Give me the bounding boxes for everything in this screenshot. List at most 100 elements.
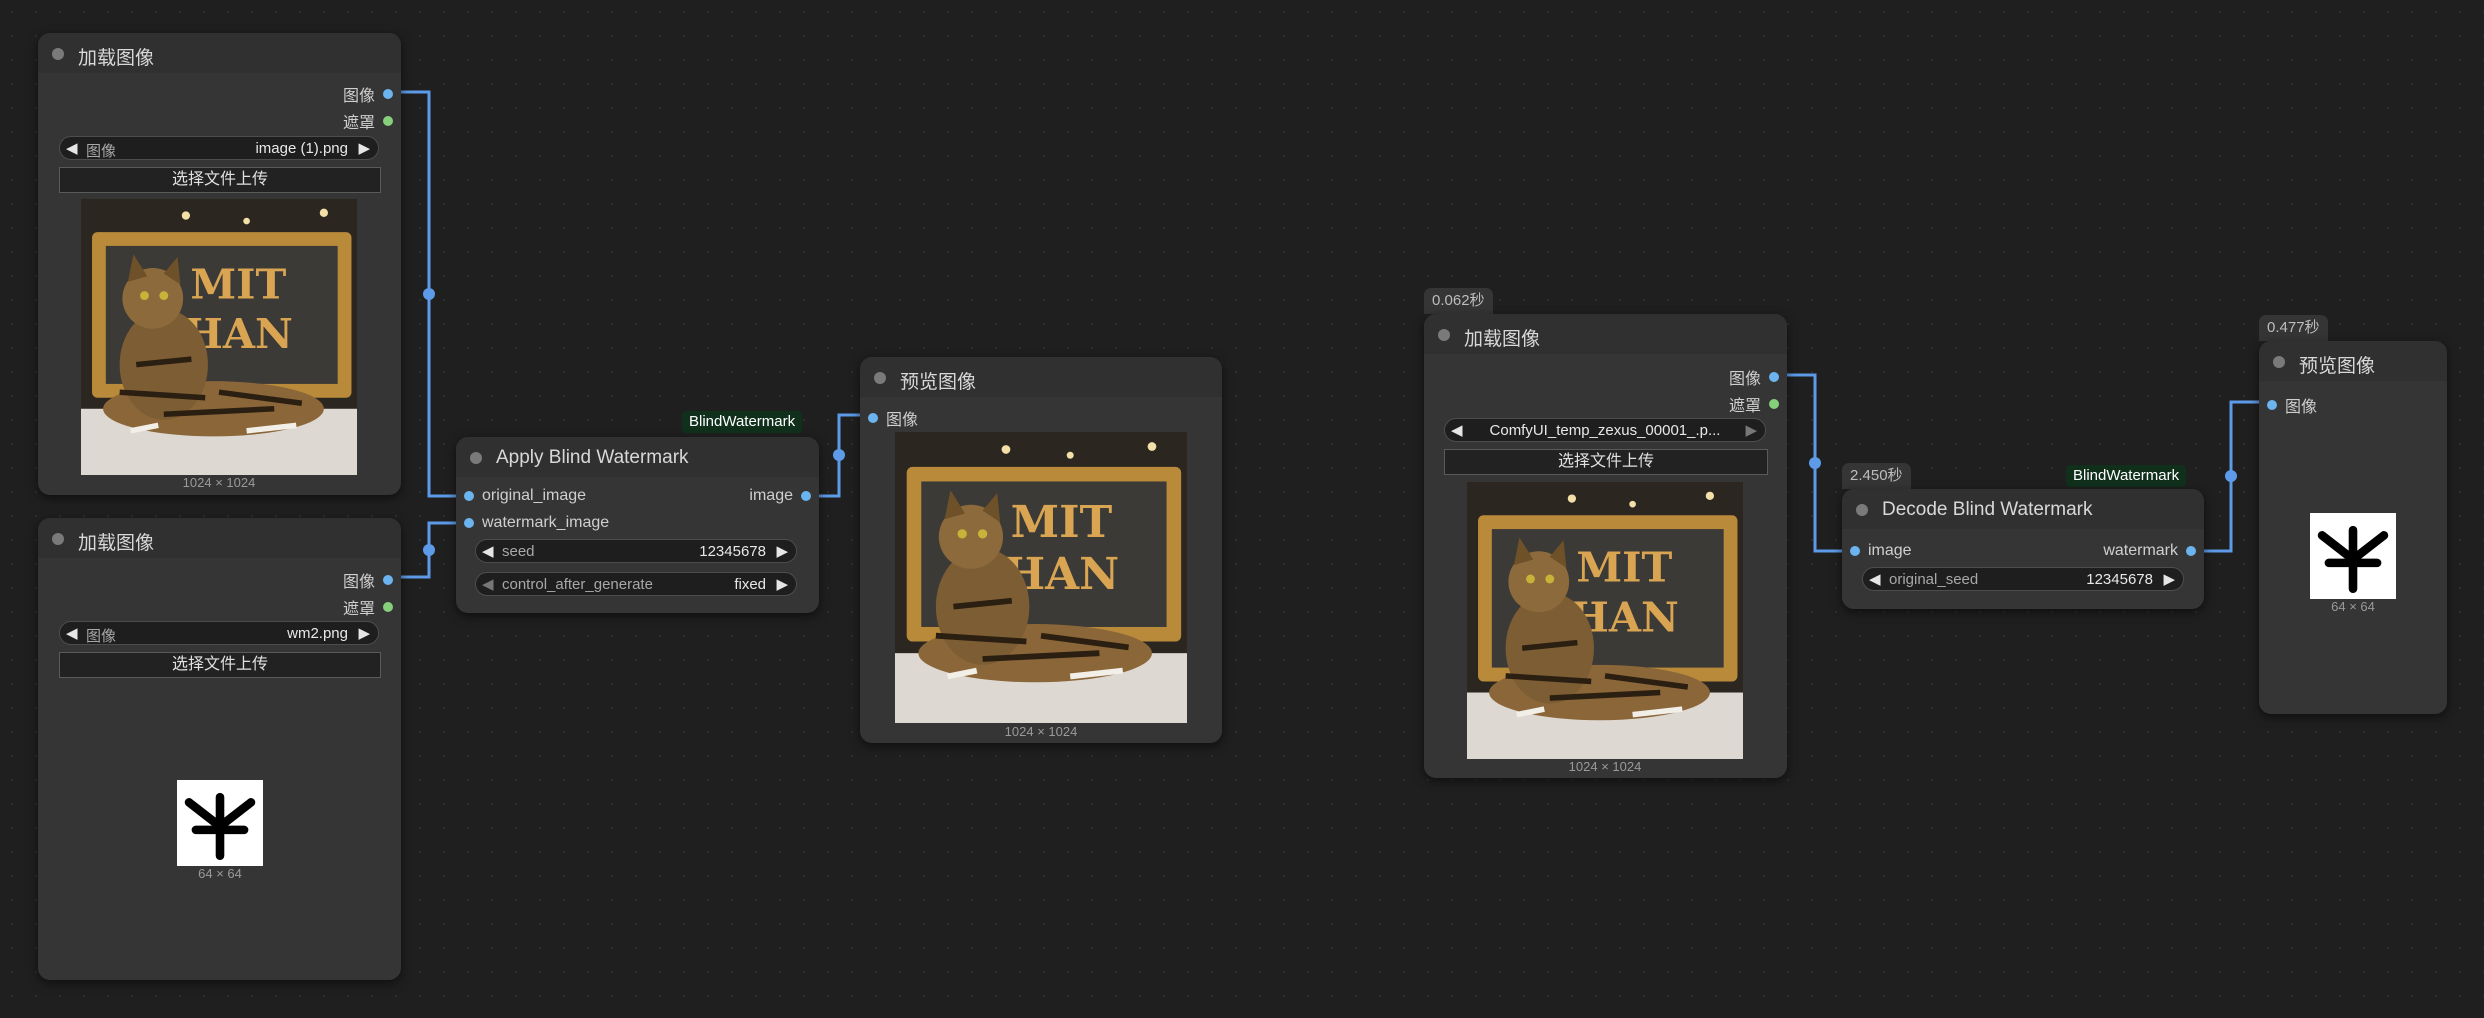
slot-label: 图像 [2285, 399, 2318, 416]
load-image-node-3[interactable]: 加载图像 图像 遮罩 ◀ ComfyUI_temp_zexus_00001_.p… [1424, 314, 1787, 778]
node-title: 加载图像 [1464, 329, 1541, 350]
input-watermark-image-slot[interactable]: watermark_image [464, 514, 609, 532]
node-title-bar[interactable]: 预览图像 [2259, 341, 2447, 381]
slot-label: 遮罩 [342, 115, 375, 132]
output-mask-slot[interactable]: 遮罩 [343, 109, 393, 133]
svg-text:MIT: MIT [1011, 497, 1113, 548]
arrow-left-icon[interactable]: ◀ [66, 139, 78, 157]
output-dot-icon[interactable] [383, 602, 393, 612]
arrow-right-icon[interactable]: ▶ [358, 624, 370, 642]
wire-reroute-dot [1809, 457, 1821, 469]
arrow-right-icon[interactable]: ▶ [358, 139, 370, 157]
node-title-bar[interactable]: 加载图像 [38, 33, 401, 73]
wire-reroute-dot [423, 544, 435, 556]
arrow-right-icon[interactable]: ▶ [776, 575, 788, 593]
image-dimensions: 1024 × 1024 [182, 475, 256, 490]
image-combo-widget[interactable]: ◀ 图像 image (1).png ▶ [59, 136, 379, 160]
output-dot-icon[interactable] [383, 116, 393, 126]
input-image-slot[interactable]: 图像 [868, 406, 918, 430]
wire-load1-to-apply [389, 90, 469, 498]
upload-button[interactable]: 选择文件上传 [59, 652, 381, 678]
node-title-bar[interactable]: Decode Blind Watermark [1842, 489, 2204, 529]
execution-time-badge: 2.450秒 [1842, 463, 1911, 489]
preview-image-node-1[interactable]: 预览图像 图像 MIT HAN 1024 × 1024 [860, 357, 1222, 743]
input-dot-icon[interactable] [464, 491, 474, 501]
preview-image-node-2[interactable]: 预览图像 图像 64 × 64 [2259, 341, 2447, 714]
output-dot-icon[interactable] [1769, 372, 1779, 382]
apply-blind-watermark-node[interactable]: Apply Blind Watermark original_image wat… [456, 437, 819, 613]
watermark-preview [177, 780, 263, 866]
node-title: 预览图像 [2299, 356, 2376, 377]
upload-button[interactable]: 选择文件上传 [1444, 449, 1768, 475]
collapse-dot-icon[interactable] [52, 48, 64, 60]
node-group-tag: BlindWatermark [2066, 465, 2187, 487]
input-dot-icon[interactable] [868, 413, 878, 423]
slot-label: 图像 [1728, 371, 1761, 388]
original-seed-widget[interactable]: ◀ original_seed 12345678 ▶ [1862, 567, 2184, 591]
output-image-slot[interactable]: 图像 [1729, 365, 1779, 389]
svg-text:MIT: MIT [1576, 543, 1672, 592]
collapse-dot-icon[interactable] [52, 533, 64, 545]
node-title-bar[interactable]: Apply Blind Watermark [456, 437, 819, 477]
upload-button[interactable]: 选择文件上传 [59, 167, 381, 193]
slot-label: 图像 [342, 574, 375, 591]
image-combo-widget[interactable]: ◀ ComfyUI_temp_zexus_00001_.p... ▶ [1444, 418, 1766, 442]
widget-label: 图像 [86, 628, 117, 645]
image-dimensions: 1024 × 1024 [1004, 724, 1078, 739]
collapse-dot-icon[interactable] [1856, 504, 1868, 516]
arrow-left-icon[interactable]: ◀ [66, 624, 78, 642]
arrow-left-icon[interactable]: ◀ [482, 542, 494, 560]
wire-reroute-dot [833, 449, 845, 461]
slot-label: 图像 [886, 412, 919, 429]
arrow-right-icon[interactable]: ▶ [776, 542, 788, 560]
output-dot-icon[interactable] [801, 491, 811, 501]
node-title-bar[interactable]: 预览图像 [860, 357, 1222, 397]
node-title: Apply Blind Watermark [496, 447, 689, 468]
control-after-generate-widget[interactable]: ◀ control_after_generate fixed ▶ [475, 572, 797, 596]
output-image-slot[interactable]: 图像 [343, 568, 393, 592]
widget-value: ComfyUI_temp_zexus_00001_.p... [1489, 422, 1721, 439]
output-dot-icon[interactable] [383, 575, 393, 585]
load-image-node-1[interactable]: 加载图像 图像 遮罩 ◀ 图像 image (1).png ▶ 选择文件上传 M… [38, 33, 401, 495]
slot-label: 遮罩 [1728, 398, 1761, 415]
input-dot-icon[interactable] [1850, 546, 1860, 556]
image-combo-widget[interactable]: ◀ 图像 wm2.png ▶ [59, 621, 379, 645]
widget-value: 12345678 [699, 543, 766, 560]
node-title-bar[interactable]: 加载图像 [1424, 314, 1787, 354]
slot-label: image [749, 487, 793, 504]
output-image-slot[interactable]: 图像 [343, 82, 393, 106]
node-title: 预览图像 [900, 372, 977, 393]
input-dot-icon[interactable] [2267, 400, 2277, 410]
arrow-right-icon[interactable]: ▶ [2163, 570, 2175, 588]
output-dot-icon[interactable] [2186, 546, 2196, 556]
arrow-left-icon[interactable]: ◀ [482, 575, 494, 593]
arrow-left-icon[interactable]: ◀ [1869, 570, 1881, 588]
image-preview: MIT HAN [1467, 482, 1743, 759]
node-title-bar[interactable]: 加载图像 [38, 518, 401, 558]
collapse-dot-icon[interactable] [874, 372, 886, 384]
node-title: Decode Blind Watermark [1882, 499, 2093, 520]
widget-value: fixed [734, 576, 766, 593]
output-mask-slot[interactable]: 遮罩 [343, 595, 393, 619]
wire-reroute-dot [2225, 470, 2237, 482]
input-dot-icon[interactable] [464, 518, 474, 528]
collapse-dot-icon[interactable] [470, 452, 482, 464]
decode-blind-watermark-node[interactable]: Decode Blind Watermark image watermark ◀… [1842, 489, 2204, 609]
output-dot-icon[interactable] [1769, 399, 1779, 409]
collapse-dot-icon[interactable] [2273, 356, 2285, 368]
input-image-slot[interactable]: 图像 [2267, 393, 2317, 417]
collapse-dot-icon[interactable] [1438, 329, 1450, 341]
output-image-slot[interactable]: image [749, 487, 811, 505]
input-original-image-slot[interactable]: original_image [464, 487, 586, 505]
load-image-node-2[interactable]: 加载图像 图像 遮罩 ◀ 图像 wm2.png ▶ 选择文件上传 64 × 64 [38, 518, 401, 980]
widget-label: 图像 [86, 143, 117, 160]
seed-widget[interactable]: ◀ seed 12345678 ▶ [475, 539, 797, 563]
output-mask-slot[interactable]: 遮罩 [1729, 392, 1779, 416]
arrow-right-icon[interactable]: ▶ [1745, 421, 1757, 439]
output-dot-icon[interactable] [383, 89, 393, 99]
input-image-slot[interactable]: image [1850, 542, 1912, 560]
output-watermark-slot[interactable]: watermark [2103, 542, 2196, 560]
widget-value: wm2.png [287, 625, 348, 642]
arrow-left-icon[interactable]: ◀ [1451, 421, 1463, 439]
node-title: 加载图像 [78, 533, 155, 554]
